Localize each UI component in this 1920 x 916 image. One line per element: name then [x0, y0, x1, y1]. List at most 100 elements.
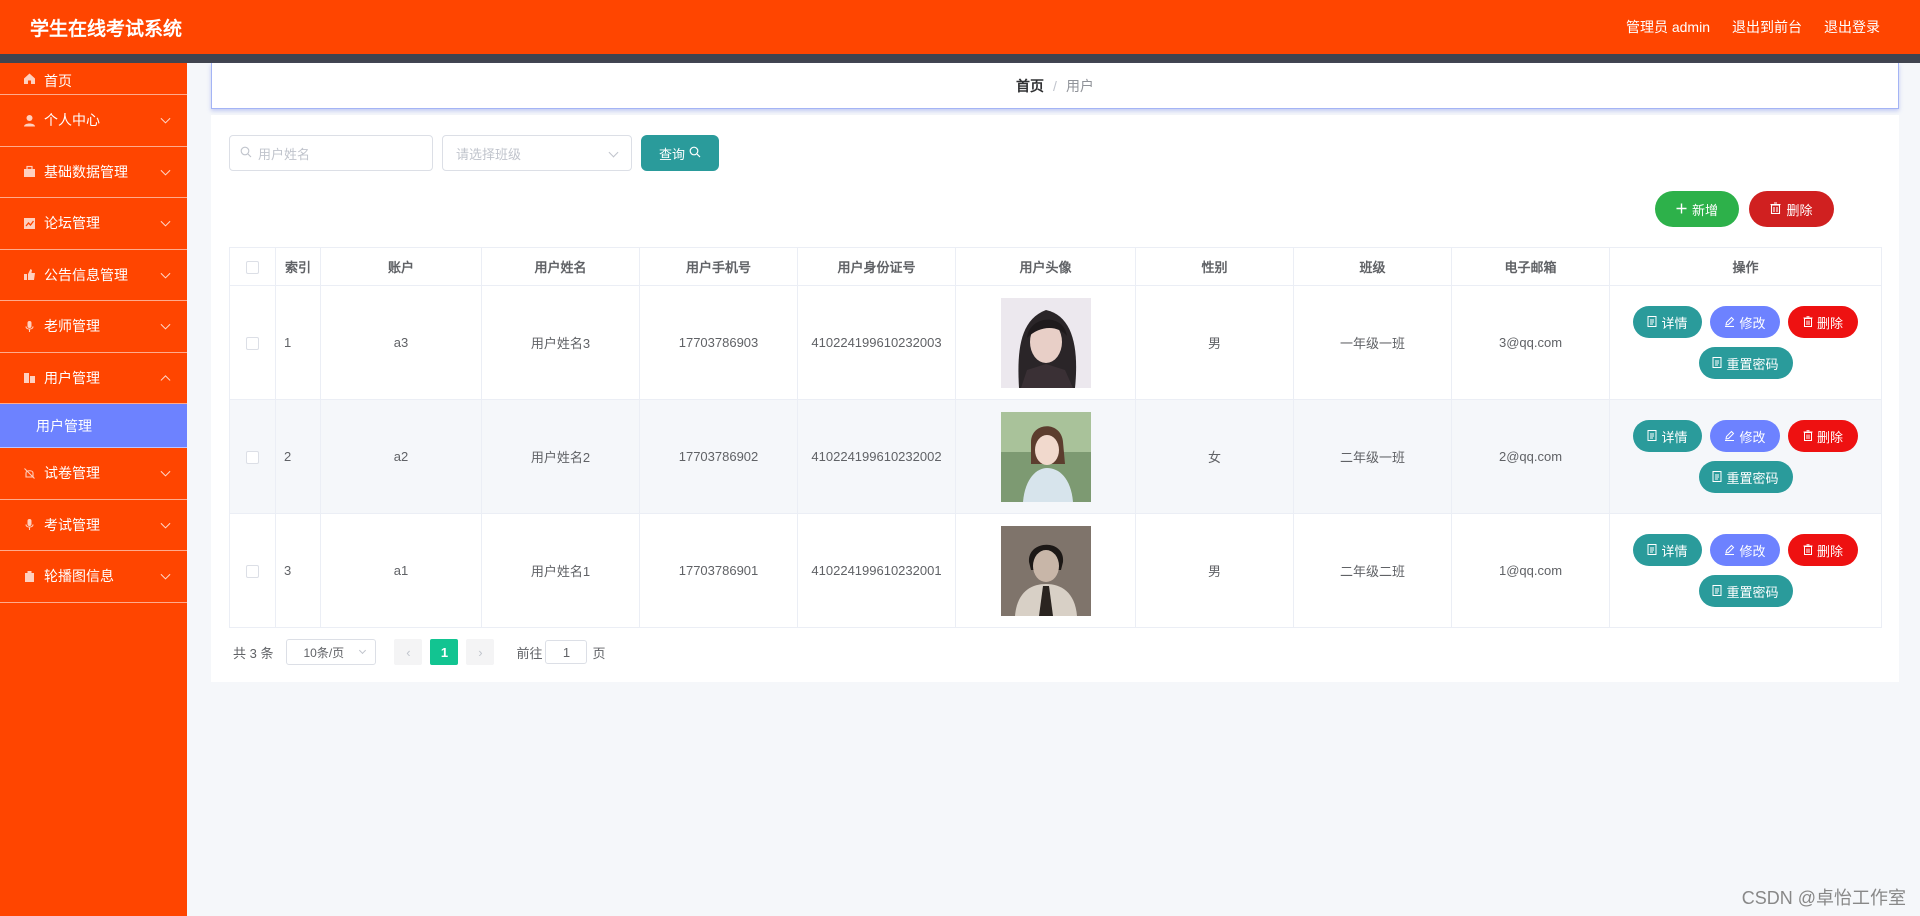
pencil-icon — [1724, 429, 1735, 444]
cell-id-card: 410224199610232001 — [797, 513, 956, 628]
sidebar-item-personal-center[interactable]: 个人中心 — [0, 95, 187, 147]
pagination: 共 3 条 10条/页 ‹ 1 › 前往 1 页 — [233, 639, 606, 665]
reset-password-label: 重置密码 — [1726, 356, 1779, 372]
chevron-down-icon — [608, 147, 619, 158]
breadcrumb: 首页 / 用户 — [211, 63, 1899, 109]
goto-page-input[interactable]: 1 — [545, 640, 588, 664]
edit-button[interactable]: 修改 — [1710, 534, 1780, 566]
sidebar-item-user-management[interactable]: 用户管理 — [0, 353, 187, 404]
watermark: CSDN @卓怡工作室 — [1741, 888, 1906, 908]
plus-icon — [1676, 202, 1687, 217]
exit-to-front-link[interactable]: 退出到前台 — [1732, 17, 1802, 37]
row-checkbox[interactable] — [246, 451, 259, 465]
search-input[interactable]: 用户姓名 — [229, 135, 433, 171]
cell-name: 用户姓名1 — [481, 513, 640, 628]
sidebar-item-label: 用户管理 — [44, 369, 100, 386]
class-select[interactable]: 请选择班级 — [442, 135, 632, 171]
table-row: 1 a3 用户姓名3 17703786903 41022419961023200… — [229, 285, 1882, 400]
search-icon — [240, 146, 252, 161]
page-number-button[interactable]: 1 — [430, 639, 459, 665]
cell-avatar — [955, 399, 1136, 514]
sidebar-item-home[interactable]: 首页 — [0, 63, 187, 95]
detail-button[interactable]: 详情 — [1633, 534, 1702, 566]
reset-password-button[interactable]: 重置密码 — [1698, 461, 1793, 493]
next-page-button[interactable]: › — [466, 639, 495, 665]
edit-label: 修改 — [1739, 429, 1766, 445]
class-select-placeholder: 请选择班级 — [456, 146, 522, 162]
reset-password-button[interactable]: 重置密码 — [1698, 347, 1793, 379]
sidebar-item-paper[interactable]: 试卷管理 — [0, 448, 187, 500]
building-icon — [22, 371, 36, 385]
row-checkbox[interactable] — [246, 337, 259, 351]
cell-account: a1 — [320, 513, 482, 628]
sidebar-item-exam[interactable]: 考试管理 — [0, 500, 187, 551]
chevron-down-icon — [160, 466, 171, 477]
header-cell: 用户头像 — [955, 247, 1136, 286]
cell-phone: 17703786901 — [639, 513, 798, 628]
detail-button[interactable]: 详情 — [1633, 420, 1702, 452]
cell-name: 用户姓名3 — [481, 285, 640, 400]
row-select[interactable] — [229, 513, 276, 628]
avatar — [1000, 297, 1091, 388]
detail-button[interactable]: 详情 — [1633, 306, 1702, 338]
pencil-icon — [1724, 543, 1735, 558]
sidebar-item-forum[interactable]: 论坛管理 — [0, 198, 187, 250]
chevron-down-icon — [160, 319, 171, 330]
detail-label: 详情 — [1661, 429, 1688, 445]
row-checkbox[interactable] — [246, 565, 259, 579]
cell-operations: 详情 修改 删除 重置密码 — [1609, 513, 1882, 628]
search-icon — [689, 146, 701, 161]
cell-class: 一年级一班 — [1293, 285, 1452, 400]
cell-email: 1@qq.com — [1451, 513, 1610, 628]
cell-email: 3@qq.com — [1451, 285, 1610, 400]
admin-label[interactable]: 管理员 admin — [1626, 17, 1710, 37]
add-button[interactable]: 新增 — [1655, 191, 1739, 227]
chevron-down-icon — [160, 268, 171, 279]
page-size-select[interactable]: 10条/页 — [286, 639, 377, 665]
row-actions: 详情 修改 删除 重置密码 — [1631, 306, 1861, 379]
chart-icon — [22, 216, 36, 230]
sidebar-item-notice[interactable]: 公告信息管理 — [0, 250, 187, 301]
document-icon — [1647, 429, 1657, 444]
prev-page-button[interactable]: ‹ — [394, 639, 423, 665]
cell-gender: 女 — [1135, 399, 1294, 514]
query-button[interactable]: 查询 — [641, 135, 719, 171]
logout-link[interactable]: 退出登录 — [1824, 17, 1880, 37]
delete-button[interactable]: 删除 — [1788, 534, 1858, 566]
chevron-left-icon: ‹ — [406, 644, 411, 660]
sidebar-subitem-user-management[interactable]: 用户管理 — [0, 404, 187, 448]
row-select[interactable] — [229, 399, 276, 514]
chevron-down-icon — [160, 113, 171, 124]
delete-button[interactable]: 删除 — [1788, 306, 1858, 338]
query-button-label: 查询 — [658, 146, 685, 162]
avatar — [1000, 411, 1091, 502]
sidebar-item-teacher[interactable]: 老师管理 — [0, 301, 187, 353]
edit-button[interactable]: 修改 — [1710, 306, 1780, 338]
breadcrumb-home[interactable]: 首页 — [1016, 76, 1044, 96]
header-select-all[interactable] — [229, 247, 276, 286]
top-links: 管理员 admin 退出到前台 退出登录 — [1626, 17, 1880, 37]
cell-email: 2@qq.com — [1451, 399, 1610, 514]
row-select[interactable] — [229, 285, 276, 400]
cell-index: 2 — [275, 399, 321, 514]
chevron-down-icon — [160, 518, 171, 529]
sidebar-item-label: 试卷管理 — [44, 465, 100, 482]
sidebar-item-carousel[interactable]: 轮播图信息 — [0, 551, 187, 603]
edit-button[interactable]: 修改 — [1710, 420, 1780, 452]
breadcrumb-current: 用户 — [1065, 77, 1094, 94]
top-bar: 学生在线考试系统 管理员 admin 退出到前台 退出登录 — [0, 0, 1920, 54]
add-button-label: 新增 — [1691, 202, 1718, 218]
batch-delete-button[interactable]: 删除 — [1749, 191, 1834, 227]
header-cell: 性别 — [1135, 247, 1294, 286]
reset-password-button[interactable]: 重置密码 — [1698, 575, 1793, 607]
select-all-checkbox[interactable] — [246, 261, 259, 275]
chevron-down-icon — [160, 216, 171, 227]
header-cell: 用户手机号 — [639, 247, 798, 286]
sidebar-item-base-data[interactable]: 基础数据管理 — [0, 147, 187, 198]
cell-gender: 男 — [1135, 285, 1294, 400]
goto-label: 前往 — [516, 645, 543, 661]
edit-label: 修改 — [1739, 315, 1766, 331]
document-icon — [1712, 584, 1722, 599]
reset-password-label: 重置密码 — [1726, 584, 1779, 600]
delete-button[interactable]: 删除 — [1788, 420, 1858, 452]
